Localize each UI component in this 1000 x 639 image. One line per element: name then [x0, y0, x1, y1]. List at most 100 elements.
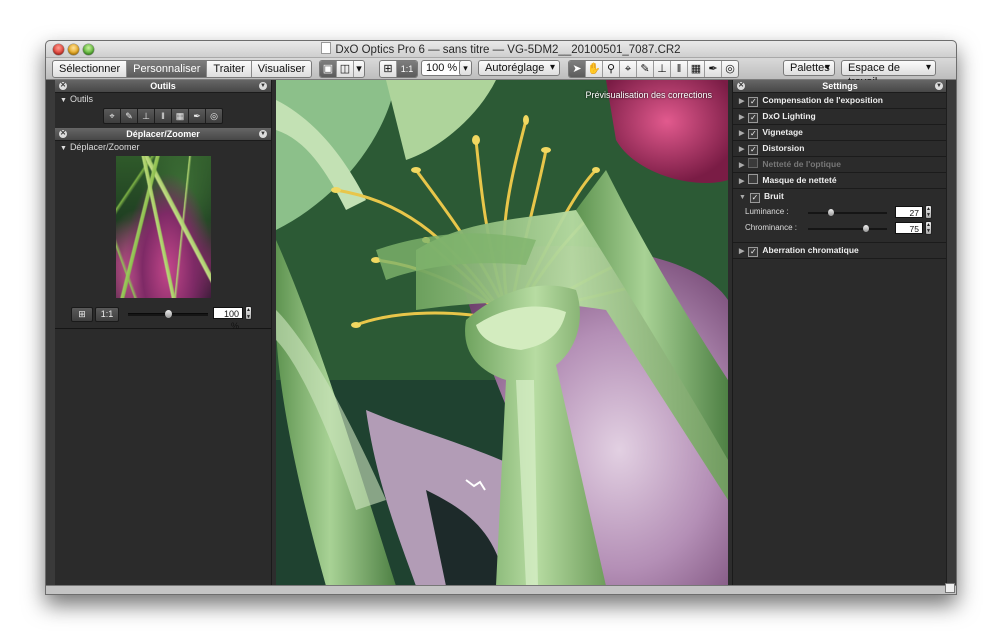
disclosure-triangle-icon[interactable]: ▶ [739, 130, 744, 137]
disclosure-triangle-icon[interactable]: ▼ [60, 145, 67, 152]
crop-icon[interactable]: ⌖ [104, 109, 121, 123]
close-panel-icon[interactable]: ✕ [59, 130, 67, 138]
title-bar: DxO Optics Pro 6 — sans titre — VG-5DM2_… [46, 41, 956, 58]
checkbox[interactable]: ✓ [748, 97, 759, 107]
tab-selectionner[interactable]: Sélectionner [53, 61, 128, 77]
setting-lens-sharpness: ▶ Netteté de l'optique [733, 157, 947, 173]
close-panel-icon[interactable]: ✕ [737, 82, 745, 90]
tools-panel-header: ✕ Outils ▼ [55, 80, 271, 93]
right-panel-splitter[interactable] [946, 80, 956, 586]
chrominance-stepper[interactable]: ▲ ▼ [925, 221, 932, 235]
chrominance-slider[interactable] [808, 225, 887, 232]
setting-distortion[interactable]: ▶ ✓ Distorsion [733, 141, 947, 157]
hand-tool-icon[interactable]: ✋ [586, 61, 603, 77]
brush-tool-icon[interactable]: ✒ [705, 61, 722, 77]
setting-noise[interactable]: ▼ ✓ Bruit [733, 189, 947, 204]
auto-preset-dropdown[interactable]: Autoréglage [478, 60, 560, 76]
eyedropper-tool-icon[interactable]: ✎ [637, 61, 654, 77]
panel-menu-icon[interactable]: ▼ [259, 82, 267, 90]
perspective-tool-icon[interactable]: ▦ [688, 61, 705, 77]
tools-buttons: ⌖ ✎ ⊥ ‖ ▦ ✒ ◎ [55, 106, 271, 128]
setting-vignetting[interactable]: ▶ ✓ Vignetage [733, 125, 947, 141]
main-toolbar: Sélectionner Personnaliser Traiter Visua… [46, 58, 956, 88]
fit-to-screen-icon[interactable]: ⊞ [71, 307, 93, 322]
setting-chromatic-aberration[interactable]: ▶ ✓ Aberration chromatique [733, 243, 947, 259]
luminance-field[interactable]: 27 [895, 206, 923, 218]
zoom-percent-field[interactable]: 100 % [213, 307, 243, 331]
one-to-one-button[interactable]: 1:1 [397, 61, 417, 77]
disclosure-triangle-icon[interactable]: ▼ [739, 194, 746, 201]
luminance-row: Luminance : 27 ▲ ▼ [733, 204, 947, 220]
zoom-stepper[interactable]: ▲ ▼ [245, 306, 252, 320]
chrominance-row: Chrominance : 75 ▲ ▼ [733, 220, 947, 236]
panel-menu-icon[interactable]: ▼ [935, 82, 943, 90]
resize-grip-icon[interactable] [945, 583, 955, 593]
navigator-thumbnail[interactable] [115, 156, 211, 298]
checkbox[interactable] [748, 174, 759, 184]
chrominance-label: Chrominance : [745, 223, 798, 232]
close-panel-icon[interactable]: ✕ [59, 82, 67, 90]
settings-panel-header: ✕ Settings ▼ [733, 80, 947, 93]
checkbox[interactable]: ✓ [748, 145, 759, 155]
target-icon[interactable]: ◎ [206, 109, 222, 123]
workspace-dropdown[interactable]: Espace de travail [841, 60, 936, 88]
horizon-tool-icon[interactable]: ⊥ [654, 61, 671, 77]
vertical-tool-icon[interactable]: ‖ [671, 61, 688, 77]
settings-panel: ✕ Settings ▼ ▶ ✓ Compensation de l'exposit… [732, 80, 947, 586]
disclosure-triangle-icon: ▶ [739, 162, 745, 169]
zoom-slider[interactable] [128, 310, 208, 318]
disclosure-triangle-icon[interactable]: ▶ [739, 98, 744, 105]
document-icon [321, 42, 332, 54]
pointer-tool-icon[interactable]: ➤ [569, 61, 586, 77]
single-view-icon[interactable]: ▣ [320, 61, 337, 77]
checkbox[interactable]: ✓ [748, 113, 759, 123]
chrominance-field[interactable]: 75 [895, 222, 923, 234]
zoom-dropdown-chevron-icon[interactable]: ▾ [459, 60, 472, 76]
target-tool-icon[interactable]: ◎ [722, 61, 738, 77]
checkbox[interactable]: ✓ [748, 129, 759, 139]
panel-menu-icon[interactable]: ▼ [259, 130, 267, 138]
preview-corrections-label: Prévisualisation des corrections [585, 90, 712, 100]
navigator-section-header[interactable]: ▼ Déplacer/Zoomer [55, 141, 271, 154]
eyedropper-icon[interactable]: ✎ [121, 109, 138, 123]
setting-dxo-lighting[interactable]: ▶ ✓ DxO Lighting [733, 109, 947, 125]
setting-exposure-compensation[interactable]: ▶ ✓ Compensation de l'exposition [733, 93, 947, 109]
disclosure-triangle-icon[interactable]: ▶ [739, 146, 744, 153]
luminance-stepper[interactable]: ▲ ▼ [925, 205, 932, 219]
chrominance-slider-knob[interactable] [863, 225, 869, 232]
navigator-panel-header: ✕ Déplacer/Zoomer ▼ [55, 128, 271, 141]
setting-unsharp-mask[interactable]: ▶ Masque de netteté [733, 173, 947, 189]
fit-to-screen-icon[interactable]: ⊞ [380, 61, 397, 77]
magnifier-tool-icon[interactable]: ⚲ [603, 61, 620, 77]
window-title: DxO Optics Pro 6 — sans titre — VG-5DM2_… [46, 42, 956, 56]
checkbox[interactable]: ✓ [749, 193, 760, 203]
noise-section-end [733, 236, 947, 243]
disclosure-triangle-icon[interactable]: ▶ [739, 114, 744, 121]
luminance-slider-knob[interactable] [828, 209, 834, 216]
compare-view-icon[interactable]: ◫ [337, 61, 354, 77]
left-panel: ✕ Outils ▼ ▼ Outils ⌖ ✎ ⊥ ‖ ▦ ✒ ◎ ✕ Dépla… [55, 80, 272, 586]
vertical-lines-icon[interactable]: ‖ [155, 109, 172, 123]
tab-personnaliser[interactable]: Personnaliser [127, 61, 208, 77]
disclosure-triangle-icon[interactable]: ▼ [60, 97, 67, 104]
one-to-one-button[interactable]: 1:1 [95, 307, 119, 322]
checkbox[interactable]: ✓ [748, 247, 759, 257]
app-window: DxO Optics Pro 6 — sans titre — VG-5DM2_… [45, 40, 957, 595]
tab-visualiser[interactable]: Visualiser [252, 61, 311, 77]
navigator-zoom-controls: ⊞ 1:1 100 % ▲ ▼ [55, 304, 271, 331]
perspective-icon[interactable]: ▦ [172, 109, 189, 123]
crop-tool-icon[interactable]: ⌖ [620, 61, 637, 77]
view-menu-chevron-icon[interactable]: ▾ [354, 61, 364, 77]
tab-traiter[interactable]: Traiter [207, 61, 252, 77]
disclosure-triangle-icon[interactable]: ▶ [739, 248, 744, 255]
brush-icon[interactable]: ✒ [189, 109, 206, 123]
zoom-slider-knob[interactable] [165, 310, 172, 318]
horizon-icon[interactable]: ⊥ [138, 109, 155, 123]
preview-image[interactable]: Prévisualisation des corrections [276, 80, 728, 586]
tools-section-header[interactable]: ▼ Outils [55, 93, 271, 106]
luminance-slider[interactable] [808, 209, 887, 216]
disclosure-triangle-icon[interactable]: ▶ [739, 178, 744, 185]
zoom-fit-group: ⊞ 1:1 [379, 60, 418, 78]
flower-photo [276, 80, 728, 586]
palettes-dropdown[interactable]: Palettes [783, 60, 835, 76]
